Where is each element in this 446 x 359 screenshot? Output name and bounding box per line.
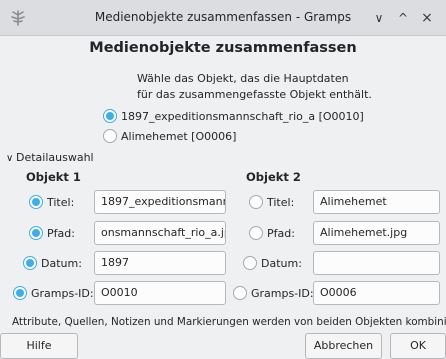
object-1-date-label: Datum: bbox=[41, 257, 82, 270]
object-2-title-label: Titel: bbox=[267, 196, 295, 209]
object-1-title-radio[interactable] bbox=[29, 195, 43, 209]
object-2-date-radio[interactable] bbox=[243, 256, 257, 270]
object-1-title-label: Titel: bbox=[47, 196, 75, 209]
object-2-id-label: Gramps-ID: bbox=[251, 287, 314, 300]
object-1-id-radio[interactable] bbox=[13, 286, 27, 300]
object-1-date-field[interactable]: 1897 bbox=[94, 251, 226, 275]
close-button[interactable]: × bbox=[418, 9, 436, 27]
object-2-path-label: Pfad: bbox=[267, 227, 295, 240]
merge-note: Attribute, Quellen, Notizen und Markieru… bbox=[12, 316, 446, 328]
details-expander[interactable]: ∨ Detailauswahl bbox=[6, 151, 94, 164]
object-1-path-radio[interactable] bbox=[29, 226, 43, 240]
maximize-button[interactable]: ^ bbox=[394, 9, 412, 27]
object-1-heading: Objekt 1 bbox=[26, 170, 81, 184]
object-1-path-label: Pfad: bbox=[47, 227, 75, 240]
details-expander-label: Detailauswahl bbox=[16, 151, 94, 164]
object-1-date-radio[interactable] bbox=[23, 256, 37, 270]
object-2-title-radio[interactable] bbox=[249, 195, 263, 209]
instruction-line-2: für das zusammengefasste Objekt enthält. bbox=[137, 88, 372, 101]
object-2-heading: Objekt 2 bbox=[246, 170, 301, 184]
object-1-id-field[interactable]: O0010 bbox=[94, 281, 226, 305]
primary-object-1-radio[interactable] bbox=[103, 109, 117, 123]
primary-object-1-label[interactable]: 1897_expeditionsmannschaft_rio_a [O0010] bbox=[121, 110, 364, 123]
dialog-heading: Medienobjekte zusammenfassen bbox=[89, 40, 357, 56]
object-1-id-label: Gramps-ID: bbox=[31, 287, 94, 300]
primary-object-2-label[interactable]: Alimehemet [O0006] bbox=[121, 130, 236, 143]
title-bar: Medienobjekte zusammenfassen - Gramps ∨ … bbox=[0, 0, 446, 36]
object-2-id-radio[interactable] bbox=[233, 286, 247, 300]
object-2-path-field[interactable]: Alimehemet.jpg bbox=[313, 221, 440, 245]
object-1-path-field[interactable]: onsmannschaft_rio_a.jpg bbox=[94, 221, 226, 245]
cancel-button[interactable]: Abbrechen bbox=[305, 333, 382, 359]
instruction-line-1: Wähle das Objekt, das die Hauptdaten bbox=[137, 72, 349, 85]
instruction-text: Wähle das Objekt, das die Hauptdaten für… bbox=[137, 71, 372, 103]
object-2-title-field[interactable]: Alimehemet bbox=[313, 190, 440, 214]
object-2-date-field[interactable] bbox=[313, 251, 440, 275]
object-2-path-radio[interactable] bbox=[249, 226, 263, 240]
ok-button[interactable]: OK bbox=[390, 333, 446, 359]
minimize-button[interactable]: ∨ bbox=[370, 9, 388, 27]
object-1-title-field[interactable]: 1897_expeditionsmanns bbox=[94, 190, 226, 214]
object-2-date-label: Datum: bbox=[261, 257, 302, 270]
object-2-id-field[interactable]: O0006 bbox=[313, 281, 440, 305]
primary-object-2-radio[interactable] bbox=[103, 129, 117, 143]
chevron-down-icon: ∨ bbox=[6, 153, 14, 164]
help-button[interactable]: Hilfe bbox=[0, 333, 78, 359]
